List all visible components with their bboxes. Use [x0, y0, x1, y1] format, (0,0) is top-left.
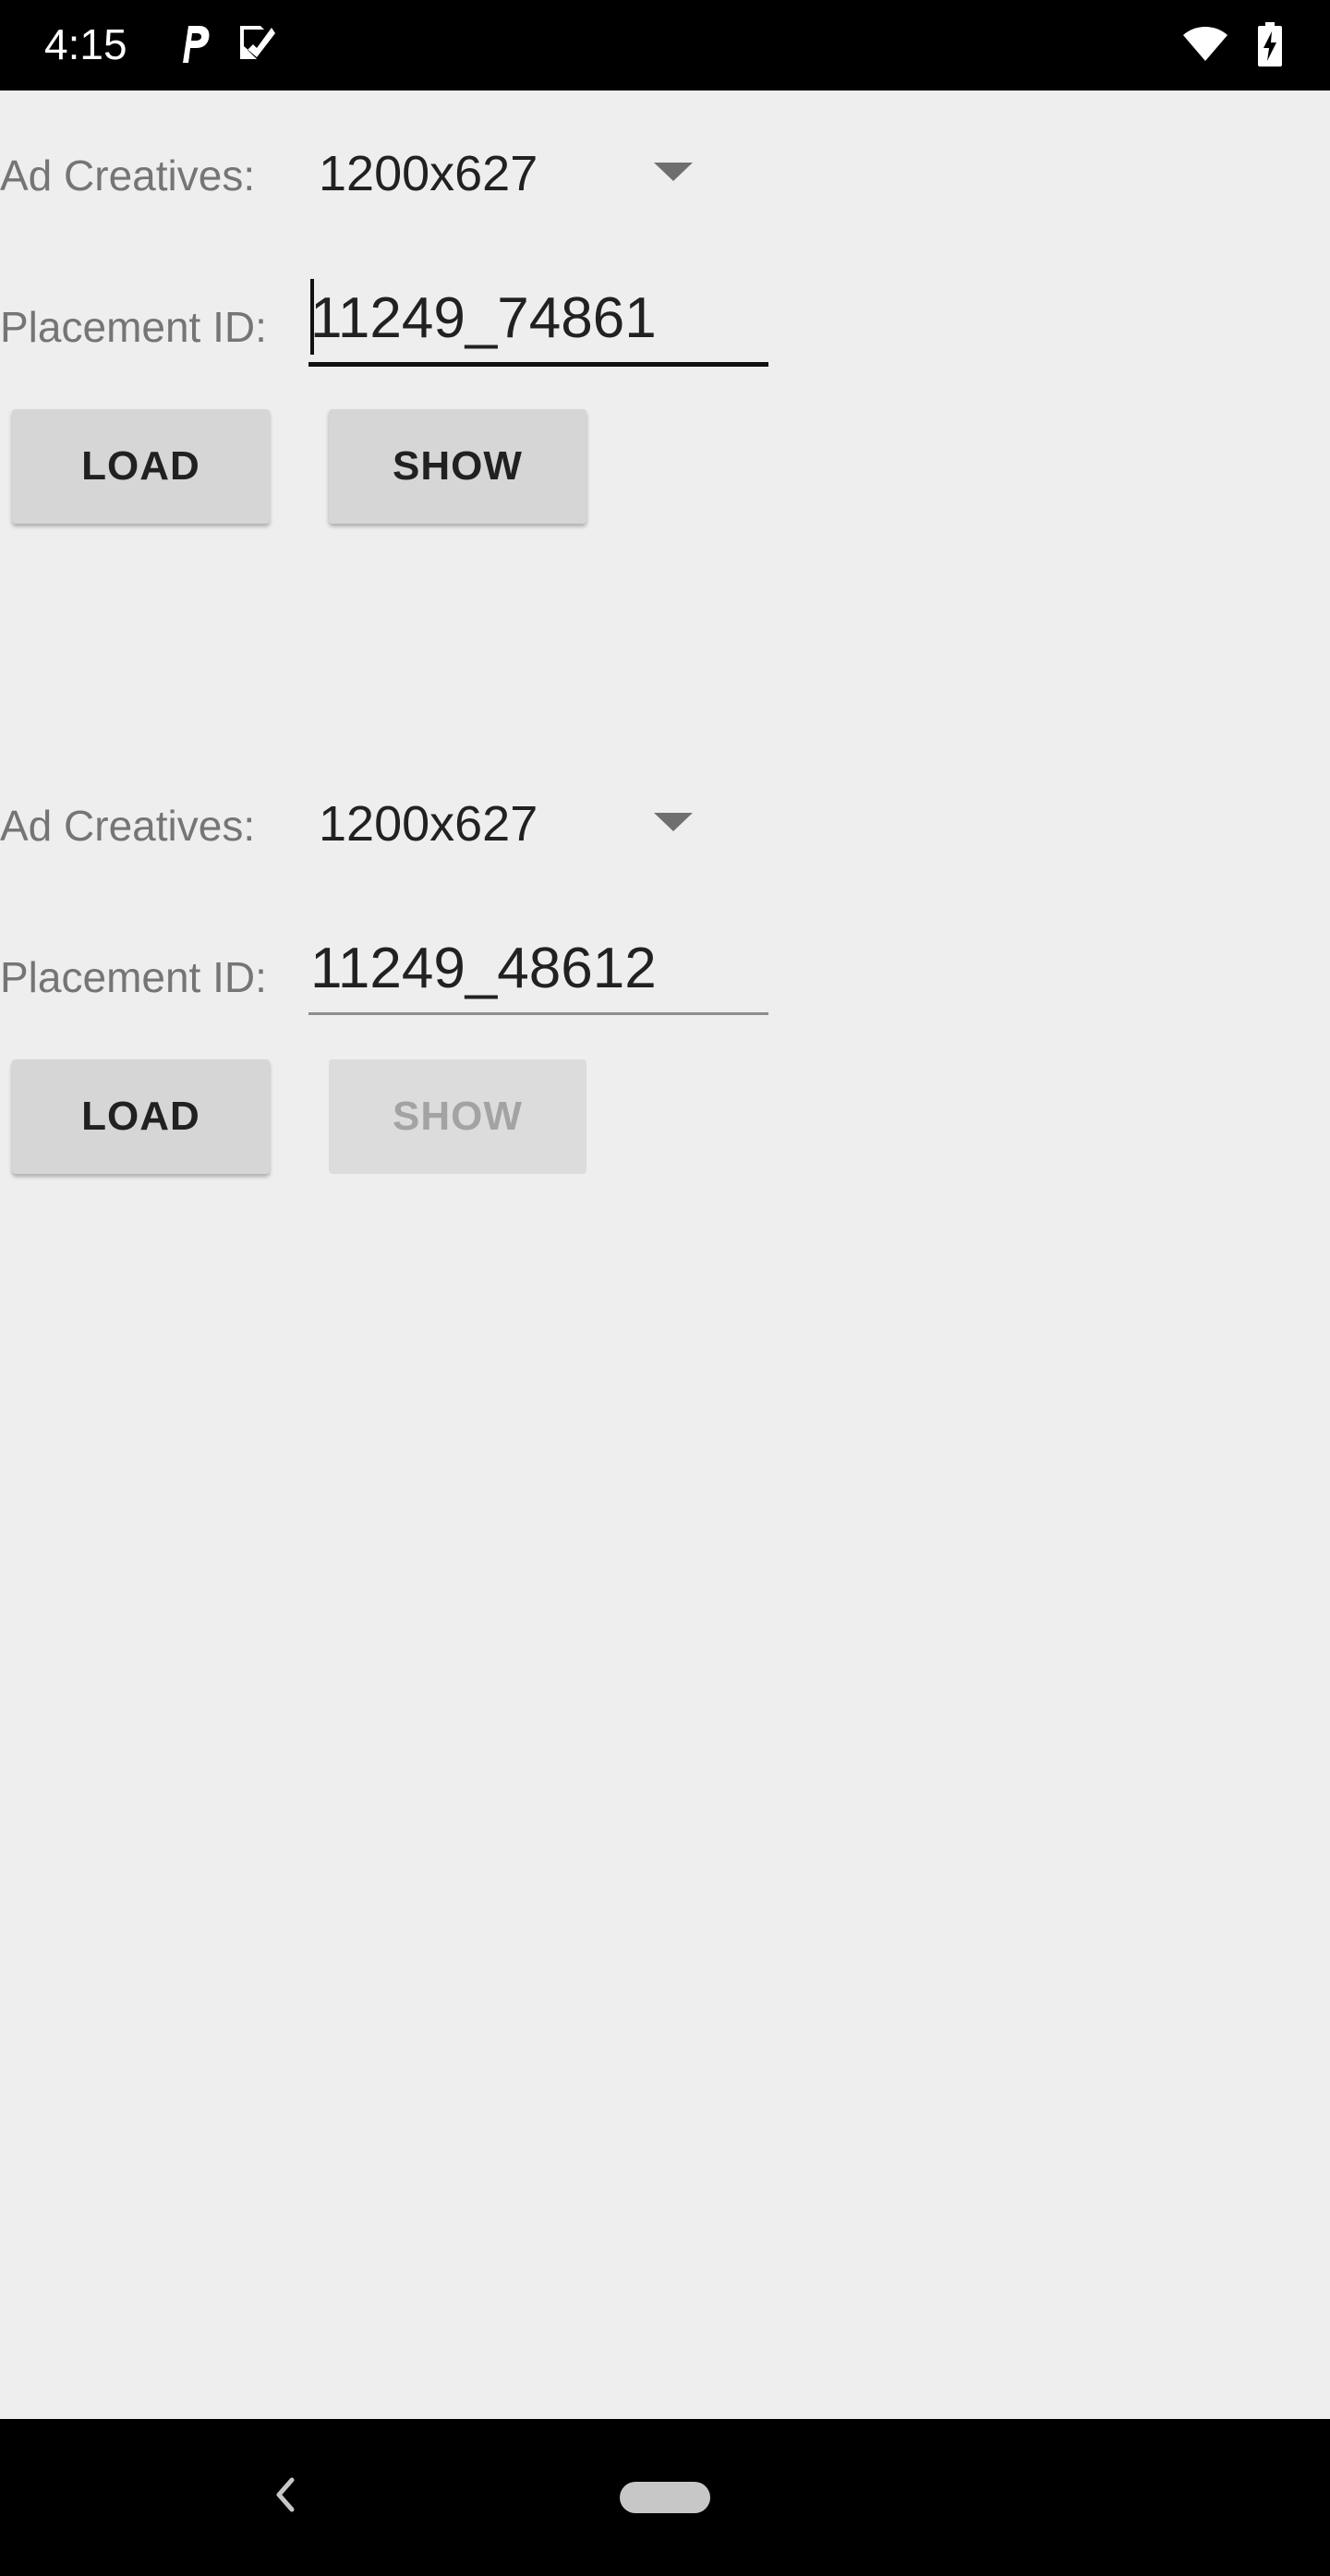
placement-id-row: Placement ID: 11249_74861 [0, 275, 831, 377]
placement-id-value: 11249_48612 [310, 937, 657, 1000]
dropdown-arrow-icon [654, 813, 693, 838]
ad-creatives-label: Ad Creatives: [0, 802, 256, 850]
back-icon[interactable] [273, 2476, 297, 2518]
action-buttons: LOAD SHOW [0, 1059, 831, 1179]
ad-creatives-spinner[interactable]: Ad Creatives: 1200x627 [0, 139, 757, 212]
wifi-icon [1182, 26, 1228, 67]
show-button[interactable]: SHOW [329, 409, 586, 524]
show-button[interactable]: SHOW [329, 1059, 586, 1174]
placement-id-value: 11249_74861 [310, 286, 657, 350]
task-check-icon [236, 22, 277, 71]
ad-creatives-value: 1200x627 [319, 146, 538, 201]
placement-id-label: Placement ID: [0, 953, 267, 1001]
placement-id-input[interactable]: 11249_48612 [308, 925, 768, 1015]
load-button[interactable]: LOAD [12, 1059, 270, 1174]
navigation-bar [0, 2419, 1330, 2576]
ad-creatives-value: 1200x627 [319, 796, 538, 852]
action-buttons: LOAD SHOW [0, 409, 831, 529]
status-icons-right [1182, 22, 1284, 71]
content-area: Ad Creatives: 1200x627 Placement ID: 112… [0, 91, 1330, 2418]
status-time: 4:15 [44, 20, 127, 68]
battery-charging-icon [1256, 22, 1284, 71]
ad-creatives-label: Ad Creatives: [0, 151, 256, 200]
status-bar: 4:15 [0, 0, 1330, 91]
placement-id-row: Placement ID: 11249_48612 [0, 925, 831, 1027]
dropdown-arrow-icon [654, 163, 693, 187]
placement-id-label: Placement ID: [0, 303, 267, 351]
placement-id-input[interactable]: 11249_74861 [308, 275, 768, 367]
parking-icon [175, 22, 212, 71]
home-pill-icon[interactable] [620, 2482, 710, 2513]
status-icons-left [175, 22, 277, 71]
ad-creatives-spinner[interactable]: Ad Creatives: 1200x627 [0, 789, 757, 863]
load-button[interactable]: LOAD [12, 409, 270, 524]
